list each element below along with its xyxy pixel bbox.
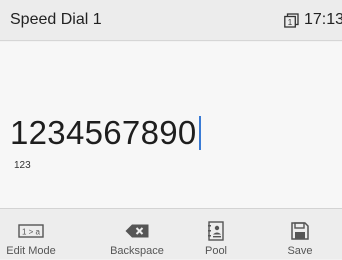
pool-label: Pool <box>204 245 228 257</box>
softkey-bar: 1 > a Edit Mode Backspace Pool Save <box>0 208 342 259</box>
edit-mode-button[interactable]: 1 > a Edit Mode <box>2 209 60 260</box>
line-icon-digit: 1 <box>288 18 293 27</box>
number-field[interactable]: 1234567890 <box>10 114 201 152</box>
save-label: Save <box>287 245 313 257</box>
input-mode-indicator: 123 <box>14 160 31 171</box>
line-icon: 1 <box>284 12 299 28</box>
edit-mode-icon: 1 > a <box>18 224 44 238</box>
backspace-label: Backspace <box>110 245 164 257</box>
pool-icon <box>208 221 224 241</box>
page-title: Speed Dial 1 <box>10 11 102 28</box>
clock-time: 17:13 <box>304 11 342 28</box>
pool-button[interactable]: Pool <box>196 209 236 260</box>
dial-input-area[interactable]: 1234567890 123 <box>0 42 342 208</box>
dialed-number: 1234567890 <box>10 114 197 151</box>
save-button[interactable]: Save <box>280 209 320 260</box>
save-icon <box>291 222 309 240</box>
edit-mode-label: Edit Mode <box>6 245 56 257</box>
backspace-button[interactable]: Backspace <box>102 209 172 260</box>
text-cursor <box>198 116 201 150</box>
header-bar: Speed Dial 1 1 17:13 <box>0 0 342 41</box>
status-area: 1 17:13 <box>284 11 342 29</box>
edit-mode-icon-text: 1 > a <box>22 228 41 237</box>
backspace-icon <box>125 224 149 238</box>
